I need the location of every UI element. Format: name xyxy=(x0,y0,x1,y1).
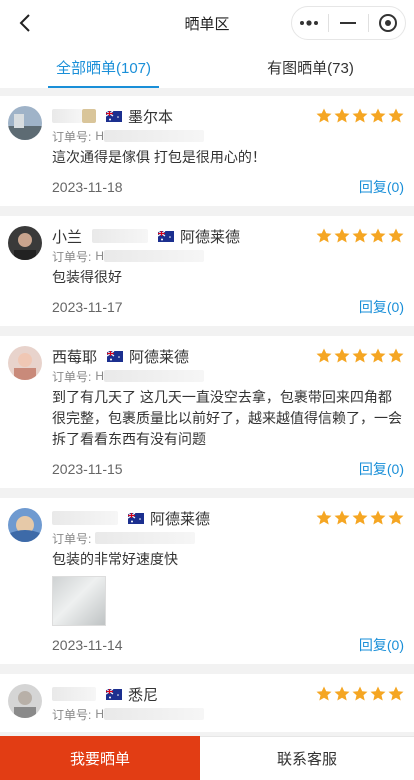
review-card: 阿德莱德 订单号: 包装的非常好速度快 2023-11-14 回复(0) xyxy=(0,498,414,664)
review-card: 墨尔本 订单号: H 這次通得是傢俱 打包是很用心的！ 2023-11-18 回… xyxy=(0,96,414,206)
capsule-divider xyxy=(328,14,330,32)
share-review-button[interactable]: 我要晒单 xyxy=(0,736,200,780)
star-icon xyxy=(370,686,386,701)
top-bar: 晒单区 xyxy=(0,0,414,46)
order-number: 订单号: xyxy=(52,530,404,546)
star-icon xyxy=(388,686,404,701)
star-icon xyxy=(334,108,350,123)
username-masked xyxy=(52,687,96,701)
star-icon xyxy=(352,108,368,123)
order-number: 订单号: H xyxy=(52,706,404,722)
user-location: 阿德莱德 xyxy=(180,228,241,246)
star-rating xyxy=(316,510,404,525)
user-location: 悉尼 xyxy=(128,686,159,704)
minimize-button[interactable] xyxy=(333,8,363,38)
australia-flag-icon xyxy=(158,230,175,242)
star-icon xyxy=(370,348,386,363)
review-card: 西莓耶 阿德莱德 订单号: H 到了有几天了 这几天一直没空去拿，包裹带回来四角… xyxy=(0,336,414,488)
review-tabs: 全部晒单(107) 有图晒单(73) xyxy=(0,46,414,88)
avatar xyxy=(8,346,42,380)
star-icon xyxy=(352,348,368,363)
review-list: 墨尔本 订单号: H 這次通得是傢俱 打包是很用心的！ 2023-11-18 回… xyxy=(0,96,414,742)
review-text: 包装的非常好速度快 xyxy=(52,551,178,567)
australia-flag-icon xyxy=(106,110,122,122)
order-masked xyxy=(104,370,205,382)
username-masked xyxy=(52,511,118,525)
username-masked xyxy=(52,109,82,123)
star-icon xyxy=(316,348,332,363)
order-number: 订单号: H xyxy=(52,128,404,144)
user-location: 阿德莱德 xyxy=(150,510,211,528)
order-masked xyxy=(104,250,205,262)
review-text: 到了有几天了 这几天一直没空去拿，包裹带回来四角都很完整，包裹质量比以前好了，越… xyxy=(52,389,402,447)
star-icon xyxy=(334,348,350,363)
australia-flag-icon xyxy=(128,512,144,524)
star-icon xyxy=(316,510,332,525)
review-date: 2023-11-17 xyxy=(52,299,123,315)
star-icon xyxy=(370,510,386,525)
more-dots-icon xyxy=(300,20,319,26)
star-rating xyxy=(316,108,404,123)
username-masked xyxy=(82,109,96,123)
star-icon xyxy=(388,228,404,243)
star-icon xyxy=(316,228,332,243)
star-icon xyxy=(334,510,350,525)
star-icon xyxy=(388,108,404,123)
minimize-icon xyxy=(340,22,357,24)
order-masked xyxy=(95,532,196,544)
order-masked xyxy=(104,708,205,720)
order-number: 订单号: H xyxy=(52,368,404,384)
star-icon xyxy=(352,686,368,701)
username: 西莓耶 xyxy=(52,348,98,366)
star-icon xyxy=(370,228,386,243)
avatar xyxy=(8,684,42,718)
username-masked xyxy=(92,229,149,243)
star-icon xyxy=(334,686,350,701)
bottom-action-bar: 我要晒单 联系客服 xyxy=(0,736,414,780)
star-icon xyxy=(316,686,332,701)
australia-flag-icon xyxy=(106,688,122,700)
review-text: 包装得很好 xyxy=(52,269,122,285)
australia-flag-icon xyxy=(107,350,124,362)
star-icon xyxy=(388,348,404,363)
reply-link[interactable]: 回复(0) xyxy=(359,177,404,197)
review-card: 小兰 阿德莱德 订单号: H 包装得很好 2023-11-17 回复(0) xyxy=(0,216,414,326)
avatar xyxy=(8,106,42,140)
star-icon xyxy=(334,228,350,243)
star-rating xyxy=(316,228,404,243)
user-location: 阿德莱德 xyxy=(129,348,190,366)
star-icon xyxy=(352,510,368,525)
tab-photo-reviews[interactable]: 有图晒单(73) xyxy=(207,46,414,88)
close-program-button[interactable] xyxy=(373,8,403,38)
star-icon xyxy=(352,228,368,243)
review-date: 2023-11-14 xyxy=(52,637,123,653)
avatar xyxy=(8,508,42,542)
star-rating xyxy=(316,348,404,363)
star-icon xyxy=(370,108,386,123)
user-location: 墨尔本 xyxy=(128,108,174,126)
review-card: 悉尼 订单号: H xyxy=(0,674,414,732)
star-rating xyxy=(316,686,404,701)
star-icon xyxy=(388,510,404,525)
order-number: 订单号: H xyxy=(52,248,404,264)
capsule-divider xyxy=(367,14,369,32)
contact-service-button[interactable]: 联系客服 xyxy=(200,736,414,780)
order-masked xyxy=(104,130,205,142)
review-date: 2023-11-18 xyxy=(52,179,123,195)
reply-link[interactable]: 回复(0) xyxy=(359,459,404,479)
tab-all-reviews[interactable]: 全部晒单(107) xyxy=(0,46,207,88)
more-button[interactable] xyxy=(294,8,324,38)
username: 小兰 xyxy=(52,228,83,246)
reply-link[interactable]: 回复(0) xyxy=(359,635,404,655)
reply-link[interactable]: 回复(0) xyxy=(359,297,404,317)
review-photo[interactable] xyxy=(52,576,106,626)
review-text: 這次通得是傢俱 打包是很用心的！ xyxy=(52,149,266,165)
review-date: 2023-11-15 xyxy=(52,461,123,477)
avatar xyxy=(8,226,42,260)
target-icon xyxy=(378,14,397,32)
star-icon xyxy=(316,108,332,123)
mini-program-capsule xyxy=(291,6,406,40)
